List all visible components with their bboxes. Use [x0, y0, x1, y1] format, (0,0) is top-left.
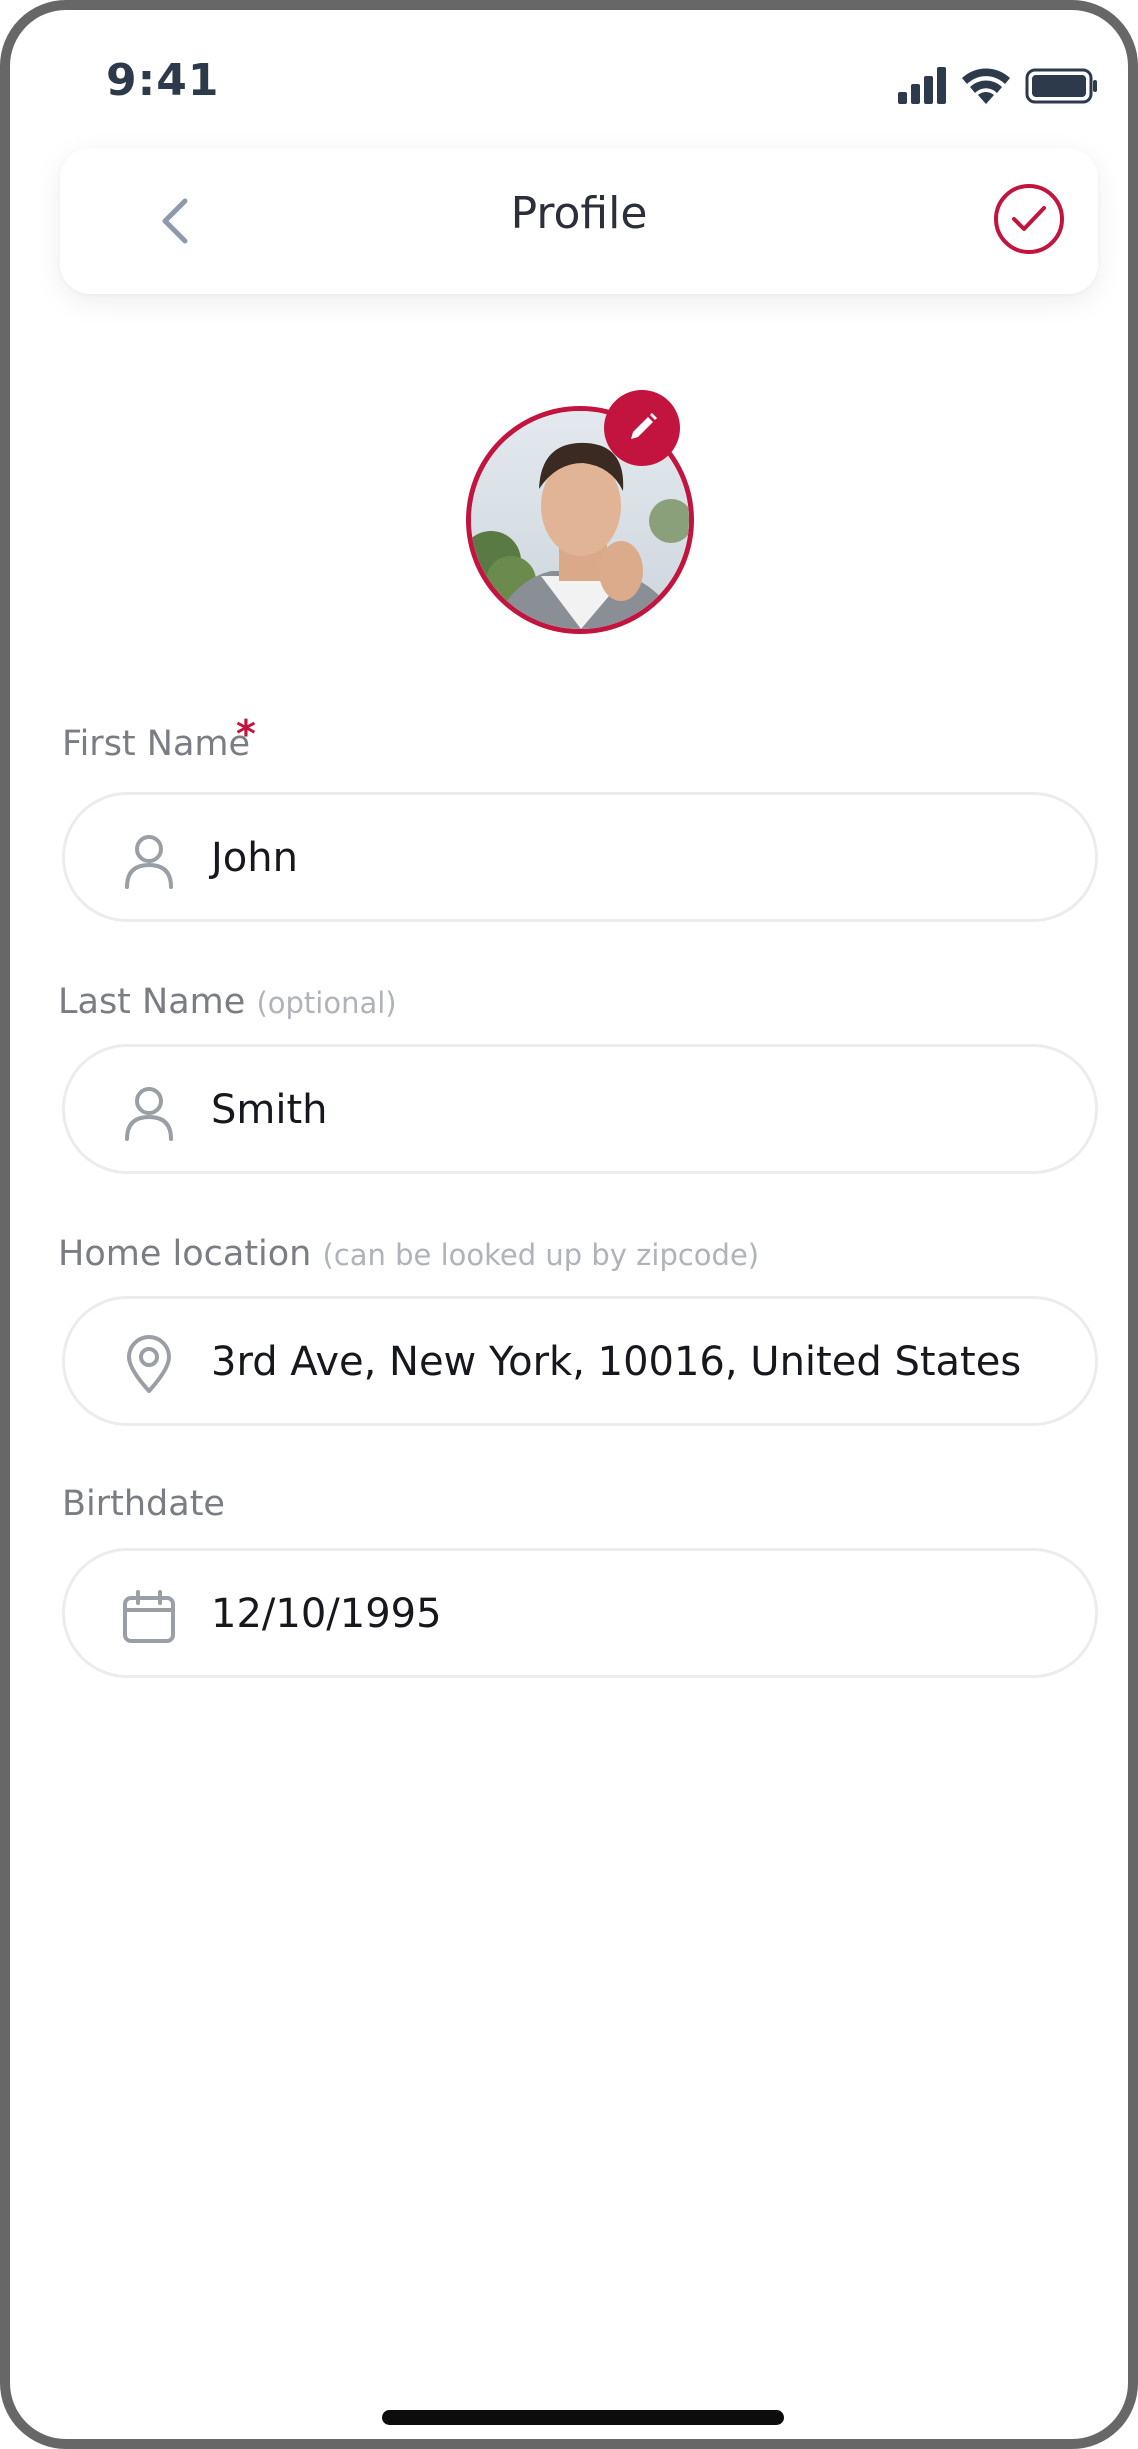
birthdate-field[interactable]: 12/10/1995: [62, 1548, 1098, 1678]
save-button[interactable]: [994, 184, 1064, 254]
pencil-icon: [631, 413, 657, 439]
check-icon: [1012, 206, 1046, 231]
phone-frame: 9:41 Profile First Name * John Last Name…: [0, 0, 1138, 2449]
required-mark: *: [236, 712, 256, 756]
home-location-value: 3rd Ave, New York, 10016, United States: [211, 1339, 1022, 1385]
header-bar: Profile: [60, 148, 1098, 294]
home-location-label: Home location (can be looked up by zipco…: [58, 1234, 759, 1274]
user-icon: [125, 835, 173, 889]
location-pin-icon: [127, 1335, 171, 1393]
status-time: 9:41: [106, 55, 220, 106]
avatar-container: [466, 390, 694, 634]
battery-icon: [1025, 68, 1097, 104]
last-name-icon-wrap: [119, 1083, 179, 1143]
edit-avatar-button[interactable]: [604, 390, 680, 466]
first-name-value: John: [211, 835, 298, 881]
birthdate-value: 12/10/1995: [211, 1591, 442, 1637]
calendar-icon: [123, 1590, 175, 1643]
birthdate-label-text: Birthdate: [62, 1484, 225, 1524]
signal-icon: [898, 67, 946, 104]
status-icons: [898, 67, 1097, 104]
first-name-icon-wrap: [119, 831, 179, 891]
first-name-field[interactable]: John: [62, 792, 1098, 922]
last-name-value: Smith: [211, 1087, 328, 1133]
birthdate-label: Birthdate: [62, 1484, 225, 1524]
home-location-hint: (can be looked up by zipcode): [322, 1238, 760, 1272]
last-name-field[interactable]: Smith: [62, 1044, 1098, 1174]
home-location-icon-wrap: [119, 1335, 179, 1395]
last-name-label: Last Name (optional): [58, 982, 397, 1022]
first-name-label-text: First Name: [62, 724, 251, 764]
home-location-label-text: Home location: [58, 1234, 312, 1274]
first-name-label: First Name: [62, 724, 250, 764]
user-icon: [125, 1087, 173, 1141]
last-name-hint: (optional): [256, 986, 397, 1020]
home-location-field[interactable]: 3rd Ave, New York, 10016, United States: [62, 1296, 1098, 1426]
page-title: Profile: [510, 188, 648, 239]
home-indicator[interactable]: [382, 2410, 784, 2425]
wifi-icon: [962, 68, 1010, 104]
birthdate-icon-wrap: [119, 1587, 179, 1647]
last-name-label-text: Last Name: [58, 982, 246, 1022]
